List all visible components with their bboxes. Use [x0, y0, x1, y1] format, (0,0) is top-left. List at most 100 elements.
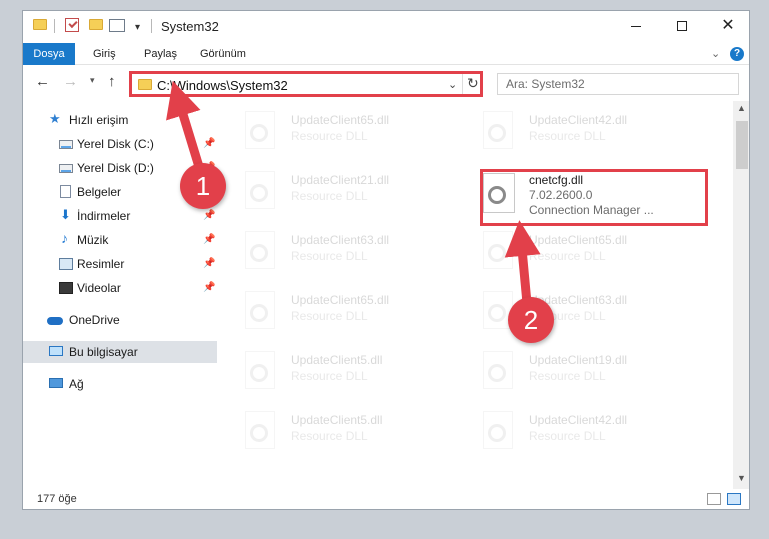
maximize-button[interactable] [659, 11, 705, 41]
dll-file-icon [483, 111, 513, 149]
videos-icon [59, 282, 73, 294]
nav-item-downloads[interactable]: ⬇ İndirmeler 📌 [23, 205, 217, 227]
minimize-button[interactable] [613, 11, 659, 41]
documents-icon [60, 185, 71, 198]
pin-icon[interactable]: 📌 [203, 234, 215, 245]
file-name: UpdateClient63.dll [291, 233, 390, 247]
drive-icon [59, 164, 73, 173]
view-options-icon[interactable] [109, 19, 125, 32]
star-icon: ★ [49, 111, 61, 126]
divider [54, 19, 55, 33]
navigation-pane: ★ Hızlı erişim Yerel Disk (C:) 📌 Yerel D… [23, 107, 217, 487]
step-marker-1: 1 [180, 163, 226, 209]
file-item[interactable]: UpdateClient63.dll Resource DLL [235, 227, 465, 279]
nav-label: Videolar [77, 281, 121, 295]
scroll-down-icon[interactable]: ▼ [737, 473, 746, 483]
refresh-icon[interactable]: ↻ [467, 75, 479, 92]
file-item[interactable]: UpdateClient19.dll Resource DLL [473, 347, 703, 399]
expand-ribbon-icon[interactable]: ⌄ [711, 47, 720, 60]
dll-file-icon [245, 351, 275, 389]
download-icon: ⬇ [60, 207, 71, 222]
music-icon: ♪ [61, 230, 68, 246]
nav-item-pictures[interactable]: Resimler 📌 [23, 253, 217, 275]
nav-label: Hızlı erişim [69, 113, 129, 127]
maximize-icon [677, 21, 687, 31]
search-box[interactable]: Ara: System32 [497, 73, 739, 95]
nav-item-videos[interactable]: Videolar 📌 [23, 277, 217, 299]
help-icon[interactable]: ? [730, 47, 744, 61]
tiles-view-icon[interactable] [727, 493, 741, 505]
nav-label: İndirmeler [77, 209, 131, 223]
pin-icon[interactable]: 📌 [203, 258, 215, 269]
computer-icon [49, 346, 63, 356]
dll-file-icon [483, 231, 513, 269]
close-button[interactable]: ✕ [705, 11, 749, 41]
tab-view[interactable]: Görünüm [200, 43, 246, 65]
step-marker-2: 2 [508, 297, 554, 343]
file-type: Resource DLL [291, 249, 368, 263]
dll-file-icon [245, 411, 275, 449]
tab-home[interactable]: Giriş [93, 43, 116, 65]
tab-file[interactable]: Dosya [23, 43, 75, 65]
tab-share[interactable]: Paylaş [144, 43, 177, 65]
file-type: Resource DLL [291, 429, 368, 443]
file-item[interactable]: UpdateClient63.dll Resource DLL [473, 287, 703, 339]
file-item[interactable]: UpdateClient5.dll Resource DLL [235, 407, 465, 459]
address-dropdown-icon[interactable]: ⌄ [448, 78, 457, 91]
file-item[interactable]: UpdateClient42.dll Resource DLL [473, 407, 703, 459]
highlight-box [480, 169, 708, 226]
quick-access-dropdown-icon[interactable]: ▾ [135, 22, 140, 33]
file-name: UpdateClient19.dll [529, 353, 628, 367]
properties-icon[interactable] [65, 18, 79, 32]
scroll-up-icon[interactable]: ▲ [737, 103, 746, 113]
recent-locations-icon[interactable]: ▾ [90, 75, 95, 86]
file-type: Resource DLL [529, 249, 606, 263]
file-type: Resource DLL [291, 129, 368, 143]
close-icon: ✕ [721, 17, 735, 34]
up-arrow-icon[interactable]: ↑ [108, 73, 116, 90]
file-type: Resource DLL [529, 129, 606, 143]
details-view-icon[interactable] [707, 493, 721, 505]
minimize-icon [631, 26, 641, 27]
file-item[interactable]: UpdateClient65.dll Resource DLL [235, 287, 465, 339]
dll-file-icon [483, 411, 513, 449]
nav-label: Resimler [77, 257, 125, 271]
file-item[interactable]: UpdateClient65.dll Resource DLL [473, 227, 703, 279]
nav-label: OneDrive [69, 313, 120, 327]
file-item[interactable]: UpdateClient42.dll Resource DLL [473, 107, 703, 159]
forward-arrow-icon[interactable]: → [63, 73, 78, 90]
nav-item-music[interactable]: ♪ Müzik 📌 [23, 229, 217, 251]
pin-icon[interactable]: 📌 [203, 282, 215, 293]
pin-icon[interactable]: 📌 [203, 138, 215, 149]
address-bar[interactable]: C:\Windows\System32 ⌄ ↻ [129, 71, 483, 97]
folder-icon [33, 19, 47, 30]
nav-item-onedrive[interactable]: OneDrive [23, 309, 217, 331]
vertical-scrollbar[interactable]: ▲ ▼ [733, 101, 749, 489]
file-type: Resource DLL [291, 369, 368, 383]
file-type: Resource DLL [529, 369, 606, 383]
file-item[interactable]: UpdateClient21.dll Resource DLL [235, 167, 465, 219]
nav-item-quick-access[interactable]: ★ Hızlı erişim [23, 109, 217, 131]
network-icon [49, 378, 63, 388]
dll-file-icon [483, 351, 513, 389]
window-title: System32 [161, 19, 219, 34]
file-item[interactable]: UpdateClient5.dll Resource DLL [235, 347, 465, 399]
dll-file-icon [245, 291, 275, 329]
back-arrow-icon[interactable]: ← [35, 73, 50, 90]
pin-icon[interactable]: 📌 [203, 210, 215, 221]
nav-item-this-pc[interactable]: Bu bilgisayar [23, 341, 217, 363]
scroll-thumb[interactable] [736, 121, 748, 169]
search-placeholder: Ara: System32 [506, 77, 585, 91]
file-name: UpdateClient5.dll [291, 413, 383, 427]
ribbon-tabs: Dosya Giriş Paylaş Görünüm ⌄ ? [23, 43, 749, 65]
nav-label: Ağ [69, 377, 84, 391]
dll-file-icon [245, 111, 275, 149]
file-item[interactable]: UpdateClient65.dll Resource DLL [235, 107, 465, 159]
nav-label: Yerel Disk (C:) [77, 137, 154, 151]
file-name: UpdateClient21.dll [291, 173, 390, 187]
address-path[interactable]: C:\Windows\System32 [157, 78, 288, 93]
file-name: UpdateClient65.dll [291, 293, 390, 307]
new-folder-icon[interactable] [89, 19, 103, 30]
nav-item-local-disk-c[interactable]: Yerel Disk (C:) 📌 [23, 133, 217, 155]
nav-item-network[interactable]: Ağ [23, 373, 217, 395]
